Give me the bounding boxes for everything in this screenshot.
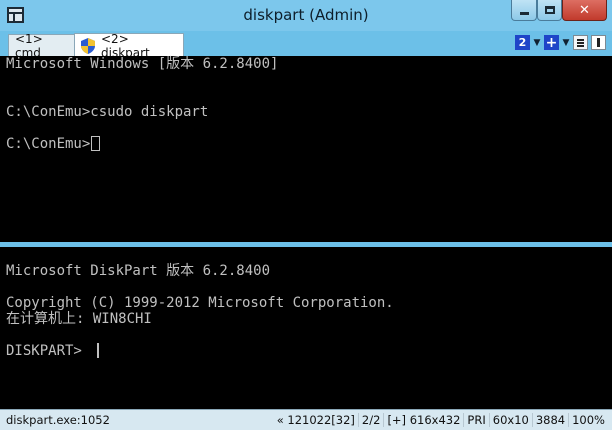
tab-cmd[interactable]: <1> cmd — [8, 32, 76, 60]
maximize-icon — [544, 6, 555, 14]
console-pane-cmd[interactable]: Microsoft Windows [版本 6.2.8400] C:\ConEm… — [0, 56, 612, 242]
status-window-size[interactable]: [+] 616x432 — [383, 413, 463, 427]
minimize-icon — [519, 12, 529, 15]
console-prompt: C:\ConEmu> — [6, 136, 91, 152]
console-prompt-line: C:\ConEmu> — [6, 136, 101, 152]
toolbar: 2 ▼ + ▼ — [515, 35, 606, 51]
tab-bar: <1> cmd <2> diskpart 2 ▼ + ▼ — [0, 31, 612, 60]
close-icon: ✕ — [579, 2, 590, 18]
close-button[interactable]: ✕ — [562, 0, 607, 21]
new-console-dropdown-icon[interactable]: ▼ — [562, 38, 570, 48]
status-fields: « 121022[32] 2/2 [+] 616x432 PRI 60x10 3… — [274, 413, 608, 427]
console-line: Microsoft DiskPart 版本 6.2.8400 — [6, 263, 271, 279]
console-pane-diskpart[interactable]: Microsoft DiskPart 版本 6.2.8400 Copyright… — [0, 247, 612, 409]
console-line: Microsoft Windows [版本 6.2.8400] — [6, 56, 279, 72]
text-cursor — [97, 343, 100, 358]
minimize-button[interactable] — [511, 0, 537, 21]
status-pid[interactable]: 3884 — [531, 413, 568, 427]
shield-icon — [81, 37, 95, 54]
status-priority[interactable]: PRI — [463, 413, 488, 427]
console-prompt: DISKPART> — [6, 343, 91, 359]
status-buffer-size[interactable]: 60x10 — [488, 413, 532, 427]
title-bar[interactable]: diskpart (Admin) ✕ — [0, 0, 612, 31]
status-cursor-position[interactable]: « 121022[32] — [274, 413, 358, 427]
menu-icon[interactable] — [573, 35, 588, 50]
status-console-index[interactable]: 2/2 — [357, 413, 384, 427]
console-prompt-line: DISKPART> — [6, 343, 100, 359]
active-console-button[interactable]: 2 — [515, 35, 530, 50]
tab-diskpart[interactable]: <2> diskpart — [74, 32, 184, 60]
text-cursor — [91, 136, 101, 151]
new-console-button[interactable]: + — [544, 35, 559, 51]
scroll-icon[interactable] — [591, 35, 606, 50]
console-list-dropdown-icon[interactable]: ▼ — [533, 38, 541, 48]
maximize-button[interactable] — [537, 0, 562, 21]
status-process: diskpart.exe:1052 — [6, 413, 110, 427]
status-zoom[interactable]: 100% — [568, 413, 608, 427]
console-line: Copyright (C) 1999-2012 Microsoft Corpor… — [6, 295, 394, 311]
console-line: C:\ConEmu>csudo diskpart — [6, 104, 209, 120]
status-bar: diskpart.exe:1052 « 121022[32] 2/2 [+] 6… — [0, 409, 612, 430]
console-line: 在计算机上: WIN8CHI — [6, 311, 152, 327]
